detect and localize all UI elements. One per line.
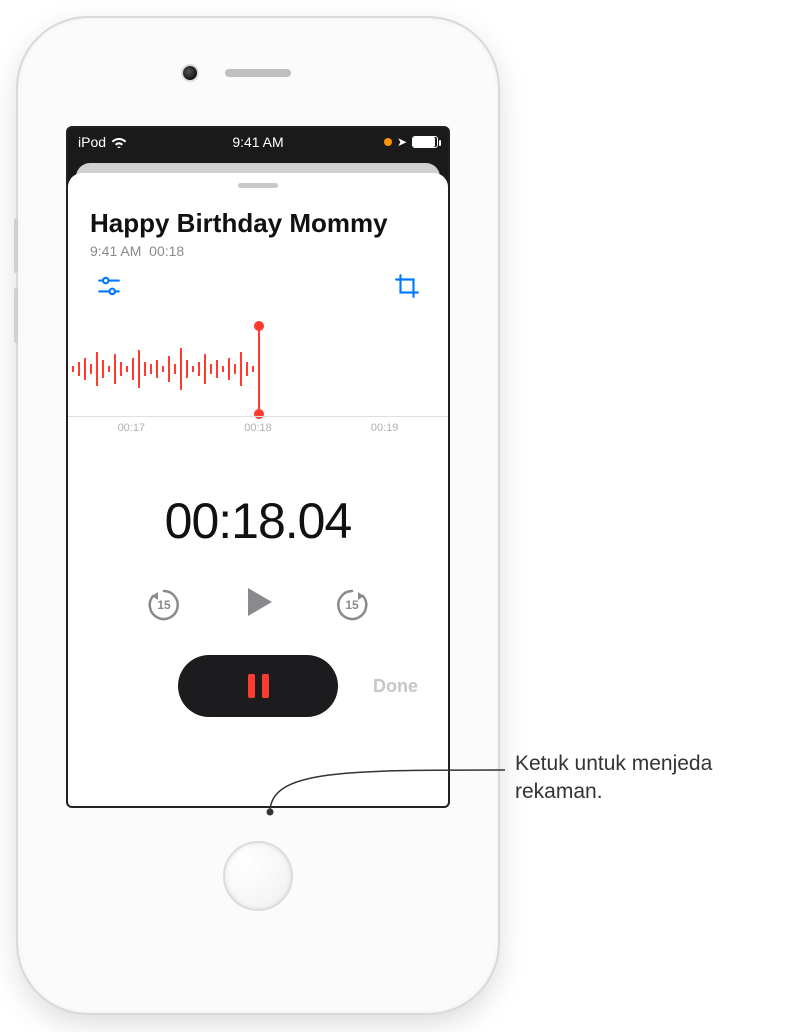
status-bar: iPod 9:41 AM ➤ — [68, 128, 448, 156]
home-button[interactable] — [223, 841, 293, 911]
recording-indicator-icon — [384, 138, 392, 146]
recording-subtitle: 9:41 AM 00:18 — [68, 239, 448, 273]
recording-created-time: 9:41 AM — [90, 243, 141, 259]
playhead-indicator[interactable] — [258, 324, 260, 416]
device-top-bezel — [18, 18, 498, 128]
crop-trim-icon[interactable] — [394, 273, 420, 304]
earpiece-speaker — [225, 69, 291, 77]
waveform-scrubber[interactable]: 00:17 00:18 00:19 — [68, 324, 448, 454]
front-camera — [183, 66, 197, 80]
recording-title[interactable]: Happy Birthday Mommy — [68, 208, 448, 239]
tick-label: 00:18 — [244, 422, 272, 434]
recording-duration: 00:18 — [149, 243, 184, 259]
wifi-icon — [111, 136, 127, 148]
skip-forward-15-button[interactable]: 15 — [332, 585, 372, 625]
callout-annotation: Ketuk untuk menjeda rekaman. — [515, 750, 795, 807]
ipod-device-frame: iPod 9:41 AM ➤ Happy Birthday Mommy 9:41… — [18, 18, 498, 1013]
settings-sliders-icon[interactable] — [96, 273, 122, 304]
ruler-line — [68, 416, 448, 417]
tick-label: 00:19 — [371, 422, 399, 434]
sheet-grabber[interactable] — [238, 183, 278, 188]
pause-icon — [262, 674, 269, 698]
volume-down-button[interactable] — [14, 288, 18, 343]
skip-forward-amount: 15 — [345, 598, 358, 612]
device-screen: iPod 9:41 AM ➤ Happy Birthday Mommy 9:41… — [68, 128, 448, 806]
pause-icon — [248, 674, 255, 698]
ruler-tick-labels: 00:17 00:18 00:19 — [68, 422, 448, 434]
skip-back-15-button[interactable]: 15 — [144, 585, 184, 625]
skip-back-amount: 15 — [157, 598, 170, 612]
recording-sheet: Happy Birthday Mommy 9:41 AM 00:18 — [68, 173, 448, 806]
status-carrier: iPod — [78, 134, 106, 150]
play-button[interactable] — [240, 584, 276, 625]
done-button[interactable]: Done — [373, 676, 418, 697]
volume-up-button[interactable] — [14, 218, 18, 273]
location-arrow-icon: ➤ — [397, 135, 407, 149]
elapsed-time-display: 00:18.04 — [68, 492, 448, 550]
battery-icon — [412, 136, 438, 148]
waveform-icon — [68, 342, 278, 396]
pause-recording-button[interactable] — [178, 655, 338, 717]
tick-label: 00:17 — [118, 422, 146, 434]
